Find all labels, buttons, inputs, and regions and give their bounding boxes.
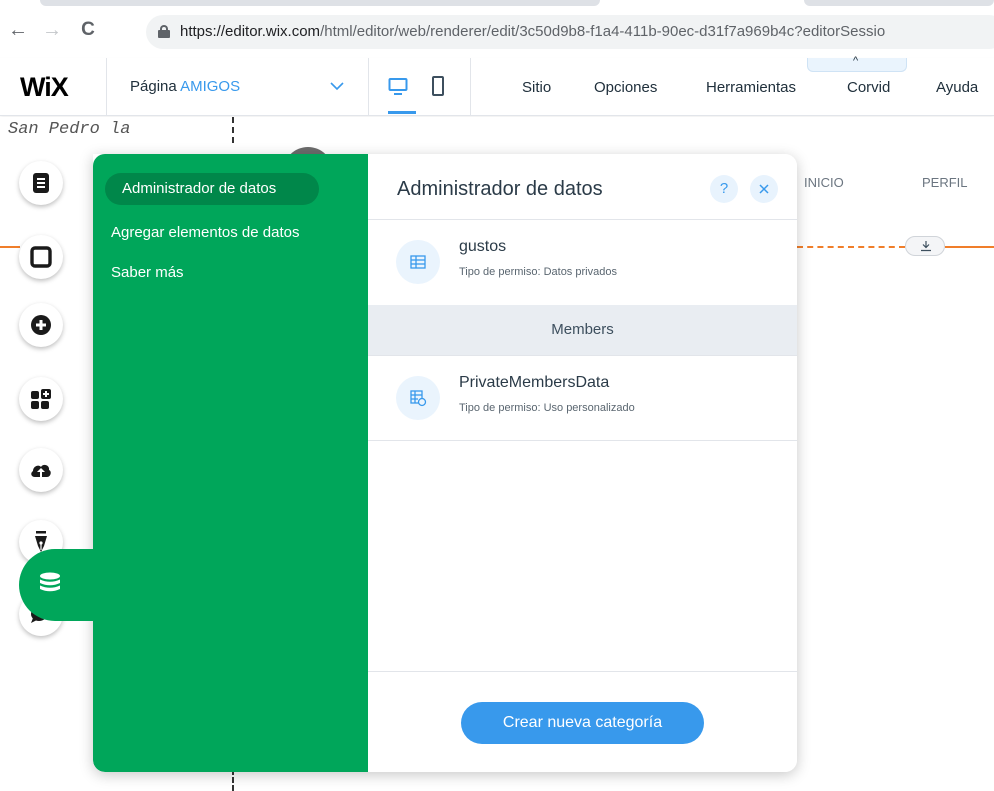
help-button[interactable]: ?	[710, 175, 738, 203]
reload-button[interactable]: C	[76, 18, 100, 42]
canvas-text[interactable]: San Pedro la	[8, 120, 130, 139]
divider	[106, 58, 107, 116]
database-icon	[40, 572, 60, 592]
divider	[368, 58, 369, 116]
panel-title: Administrador de datos	[397, 178, 603, 200]
background-icon	[30, 246, 52, 268]
address-bar[interactable]: https://editor.wix.com/html/editor/web/r…	[146, 15, 994, 49]
collection-item[interactable]: PrivateMembersData Tipo de permiso: Uso …	[368, 356, 797, 440]
caret-up-icon: ^	[853, 55, 859, 67]
menu-sitio[interactable]: Sitio	[522, 79, 551, 96]
mobile-icon[interactable]	[432, 76, 444, 96]
close-icon	[759, 184, 769, 194]
header-boundary	[945, 246, 994, 248]
table-icon	[396, 240, 440, 284]
header-boundary	[797, 246, 905, 248]
add-icon	[31, 315, 51, 335]
site-menu-inicio[interactable]: INICIO	[804, 175, 844, 190]
data-manager-panel: Administrador de datos Agregar elementos…	[93, 154, 797, 772]
back-button[interactable]: ←	[6, 18, 30, 42]
add-button[interactable]	[19, 303, 63, 347]
browser-toolbar: ← → C https://editor.wix.com/html/editor…	[0, 0, 994, 58]
header-resize-handle[interactable]	[905, 236, 945, 256]
page-name: AMIGOS	[180, 78, 241, 95]
divider	[368, 440, 797, 441]
close-button[interactable]	[750, 175, 778, 203]
menu-opciones[interactable]: Opciones	[594, 79, 657, 96]
menu-ayuda[interactable]: Ayuda	[936, 79, 978, 96]
page-selector[interactable]: Página AMIGOS	[130, 78, 240, 95]
collection-permission: Tipo de permiso: Uso personalizado	[459, 402, 635, 414]
collection-name: PrivateMembersData	[459, 374, 610, 391]
menu-corvid[interactable]: Corvid	[847, 79, 890, 96]
tab-strip-edge	[804, 0, 994, 6]
pages-button[interactable]	[19, 161, 63, 205]
tab-strip-edge	[40, 0, 600, 6]
lock-icon	[158, 25, 170, 38]
header-boundary	[0, 246, 20, 248]
collection-permission: Tipo de permiso: Datos privados	[459, 266, 617, 278]
url-host: https://editor.wix.com	[180, 23, 321, 40]
pages-icon	[33, 173, 49, 193]
divider	[368, 671, 797, 672]
linked-table-icon	[396, 376, 440, 420]
url-text: https://editor.wix.com/html/editor/web/r…	[180, 23, 885, 40]
nav-saber-mas[interactable]: Saber más	[111, 264, 184, 281]
section-header-members: Members	[368, 305, 797, 355]
menu-herramientas[interactable]: Herramientas	[706, 79, 796, 96]
create-collection-button[interactable]: Crear nueva categoría	[461, 702, 704, 744]
apps-button[interactable]	[19, 377, 63, 421]
panel-nav: Administrador de datos Agregar elementos…	[93, 154, 368, 772]
gridline	[232, 117, 234, 143]
upload-button[interactable]	[19, 448, 63, 492]
screen: ← → C https://editor.wix.com/html/editor…	[0, 0, 994, 791]
desktop-icon[interactable]	[388, 77, 408, 97]
panel-content: Administrador de datos ? gustos Tipo de …	[368, 154, 797, 772]
chevron-down-icon[interactable]	[329, 78, 345, 94]
divider	[470, 58, 471, 116]
site-menu-perfil[interactable]: PERFIL	[922, 175, 968, 190]
url-path: /html/editor/web/renderer/edit/3c50d9b8-…	[320, 23, 886, 40]
download-arrow-icon	[921, 241, 931, 252]
collapse-toolbar-button[interactable]: ^	[807, 55, 907, 72]
background-button[interactable]	[19, 235, 63, 279]
nav-agregar-elementos[interactable]: Agregar elementos de datos	[111, 224, 299, 241]
collection-name: gustos	[459, 238, 507, 255]
forward-button[interactable]: →	[40, 18, 64, 42]
wix-logo[interactable]: WiX	[20, 72, 69, 103]
page-prefix: Página	[130, 78, 177, 95]
apps-icon	[31, 389, 51, 409]
database-button[interactable]	[19, 549, 99, 621]
active-device-indicator	[388, 111, 416, 114]
upload-icon	[31, 464, 51, 477]
nav-administrador-de-datos[interactable]: Administrador de datos	[105, 173, 319, 205]
collection-item[interactable]: gustos Tipo de permiso: Datos privados	[368, 220, 797, 304]
gridline	[232, 769, 234, 791]
